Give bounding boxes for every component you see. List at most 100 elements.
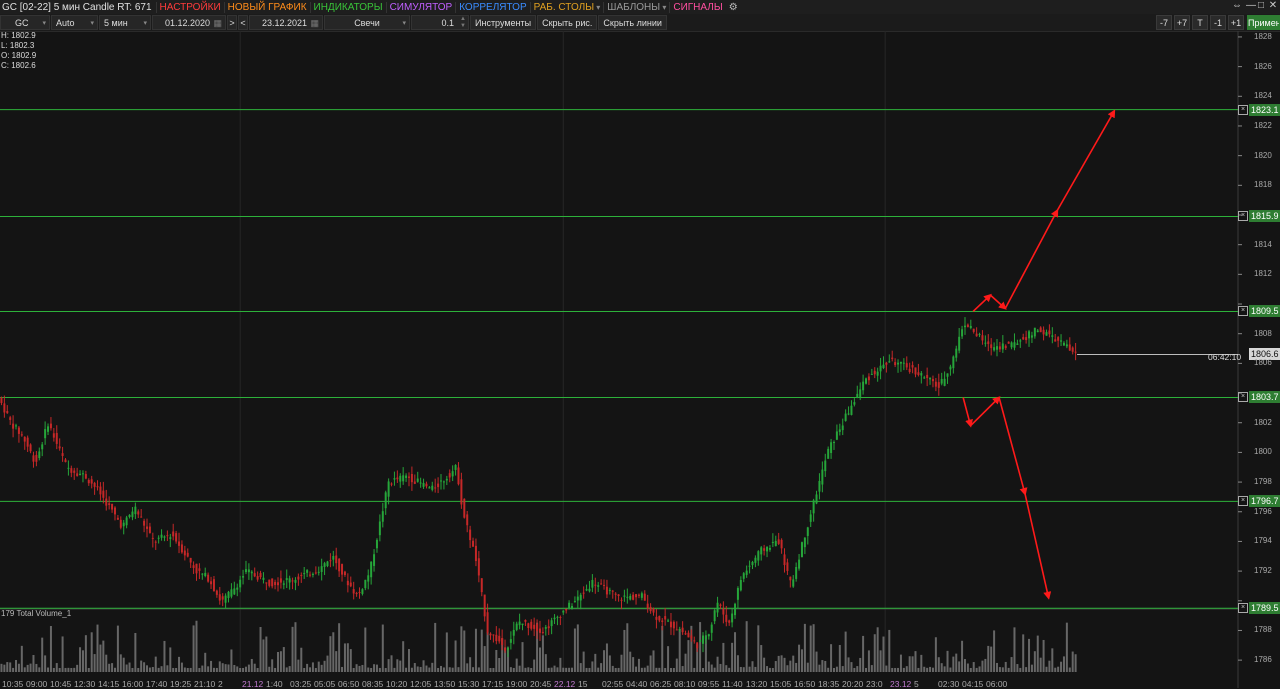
remove-level-icon[interactable]: × bbox=[1238, 603, 1248, 614]
volume-bar bbox=[265, 636, 268, 672]
volume-bar bbox=[553, 665, 556, 672]
volume-bar bbox=[0, 663, 3, 672]
candle-body bbox=[49, 423, 52, 429]
volume-bar bbox=[259, 627, 262, 672]
candle-body bbox=[498, 635, 501, 642]
volume-bar bbox=[993, 630, 996, 672]
volume-bar bbox=[410, 667, 413, 672]
candle-body bbox=[157, 537, 160, 539]
volume-bar bbox=[556, 667, 559, 672]
volume-bar bbox=[99, 644, 102, 672]
volume-bar bbox=[125, 664, 128, 672]
candle-body bbox=[338, 558, 341, 572]
candle-body bbox=[841, 425, 844, 431]
candle-body bbox=[378, 521, 381, 536]
price-tick-label: 1800 bbox=[1254, 447, 1272, 457]
volume-bar bbox=[591, 661, 594, 672]
candle-body bbox=[163, 536, 166, 538]
volume-bar bbox=[789, 660, 792, 672]
volume-bar bbox=[128, 662, 131, 672]
candle-body bbox=[786, 562, 789, 571]
forecast-arrow bbox=[998, 397, 1028, 496]
volume-bar bbox=[943, 666, 946, 672]
volume-bar bbox=[1048, 660, 1051, 672]
remove-level-icon[interactable]: × bbox=[1238, 392, 1248, 403]
volume-bar bbox=[122, 657, 125, 672]
candle-body bbox=[873, 370, 876, 375]
volume-bar bbox=[116, 625, 119, 672]
candle-body bbox=[949, 366, 952, 370]
candle-body bbox=[178, 541, 181, 546]
candle-body bbox=[256, 576, 259, 580]
remove-level-icon[interactable]: × bbox=[1238, 104, 1248, 115]
volume-bar bbox=[987, 645, 990, 672]
volume-bar bbox=[320, 664, 323, 672]
volume-bar bbox=[576, 624, 579, 672]
volume-bar bbox=[725, 665, 728, 672]
candle-body bbox=[239, 579, 242, 588]
candle-body bbox=[375, 539, 378, 549]
volume-bar bbox=[483, 646, 486, 672]
volume-bar bbox=[719, 663, 722, 672]
remove-level-icon[interactable]: × bbox=[1238, 496, 1248, 507]
volume-bar bbox=[1028, 638, 1031, 672]
volume-bar bbox=[754, 666, 757, 672]
candle-body bbox=[908, 368, 911, 372]
volume-bar bbox=[244, 666, 247, 672]
candle-body bbox=[341, 564, 344, 575]
candle-body bbox=[702, 635, 704, 644]
candle-body bbox=[477, 558, 480, 576]
candle-body bbox=[64, 459, 67, 463]
candle-body bbox=[661, 620, 664, 622]
candle-body bbox=[460, 479, 463, 505]
candle-body bbox=[201, 573, 204, 575]
candle-body bbox=[696, 642, 699, 649]
volume-bar bbox=[605, 643, 608, 672]
volume-bar bbox=[655, 667, 658, 672]
volume-bar bbox=[84, 635, 87, 672]
candle-body bbox=[640, 593, 643, 598]
volume-bar bbox=[891, 667, 894, 672]
volume-bar bbox=[288, 666, 291, 672]
candle-body bbox=[87, 479, 90, 484]
candle-body bbox=[766, 546, 769, 552]
volume-bar bbox=[210, 660, 213, 672]
candle-body bbox=[652, 608, 655, 613]
remove-level-icon[interactable]: × bbox=[1238, 306, 1248, 317]
candle-body bbox=[207, 574, 210, 582]
candle-body bbox=[349, 582, 352, 587]
volume-bar bbox=[428, 667, 431, 672]
candle-body bbox=[899, 361, 902, 364]
volume-bar bbox=[678, 628, 681, 672]
candle-body bbox=[259, 573, 262, 578]
volume-bar bbox=[905, 666, 908, 672]
candle-body bbox=[346, 580, 349, 586]
volume-bar bbox=[635, 666, 638, 672]
volume-bar bbox=[713, 667, 716, 672]
volume-bar bbox=[338, 623, 341, 672]
volume-bar bbox=[396, 659, 399, 672]
candle-body bbox=[1062, 342, 1065, 346]
candle-body bbox=[70, 468, 73, 473]
candle-body bbox=[469, 529, 472, 541]
remove-level-icon[interactable]: × bbox=[1238, 211, 1248, 222]
price-chart[interactable] bbox=[0, 0, 1280, 688]
candle-body bbox=[279, 578, 282, 583]
volume-bar bbox=[451, 667, 454, 672]
volume-bar bbox=[751, 661, 754, 672]
candle-body bbox=[262, 577, 265, 580]
volume-bar bbox=[227, 664, 230, 672]
volume-bar bbox=[521, 642, 524, 672]
candle-body bbox=[891, 357, 894, 360]
candle-body bbox=[734, 603, 737, 616]
candle-body bbox=[221, 596, 224, 600]
candle-body bbox=[47, 426, 50, 432]
volume-bar bbox=[978, 666, 981, 672]
volume-bar bbox=[15, 660, 18, 672]
candle-body bbox=[966, 324, 969, 327]
candle-body bbox=[990, 344, 993, 349]
volume-bar bbox=[294, 622, 297, 672]
candle-body bbox=[291, 580, 294, 582]
candle-body bbox=[137, 511, 140, 515]
candle-body bbox=[940, 379, 943, 384]
